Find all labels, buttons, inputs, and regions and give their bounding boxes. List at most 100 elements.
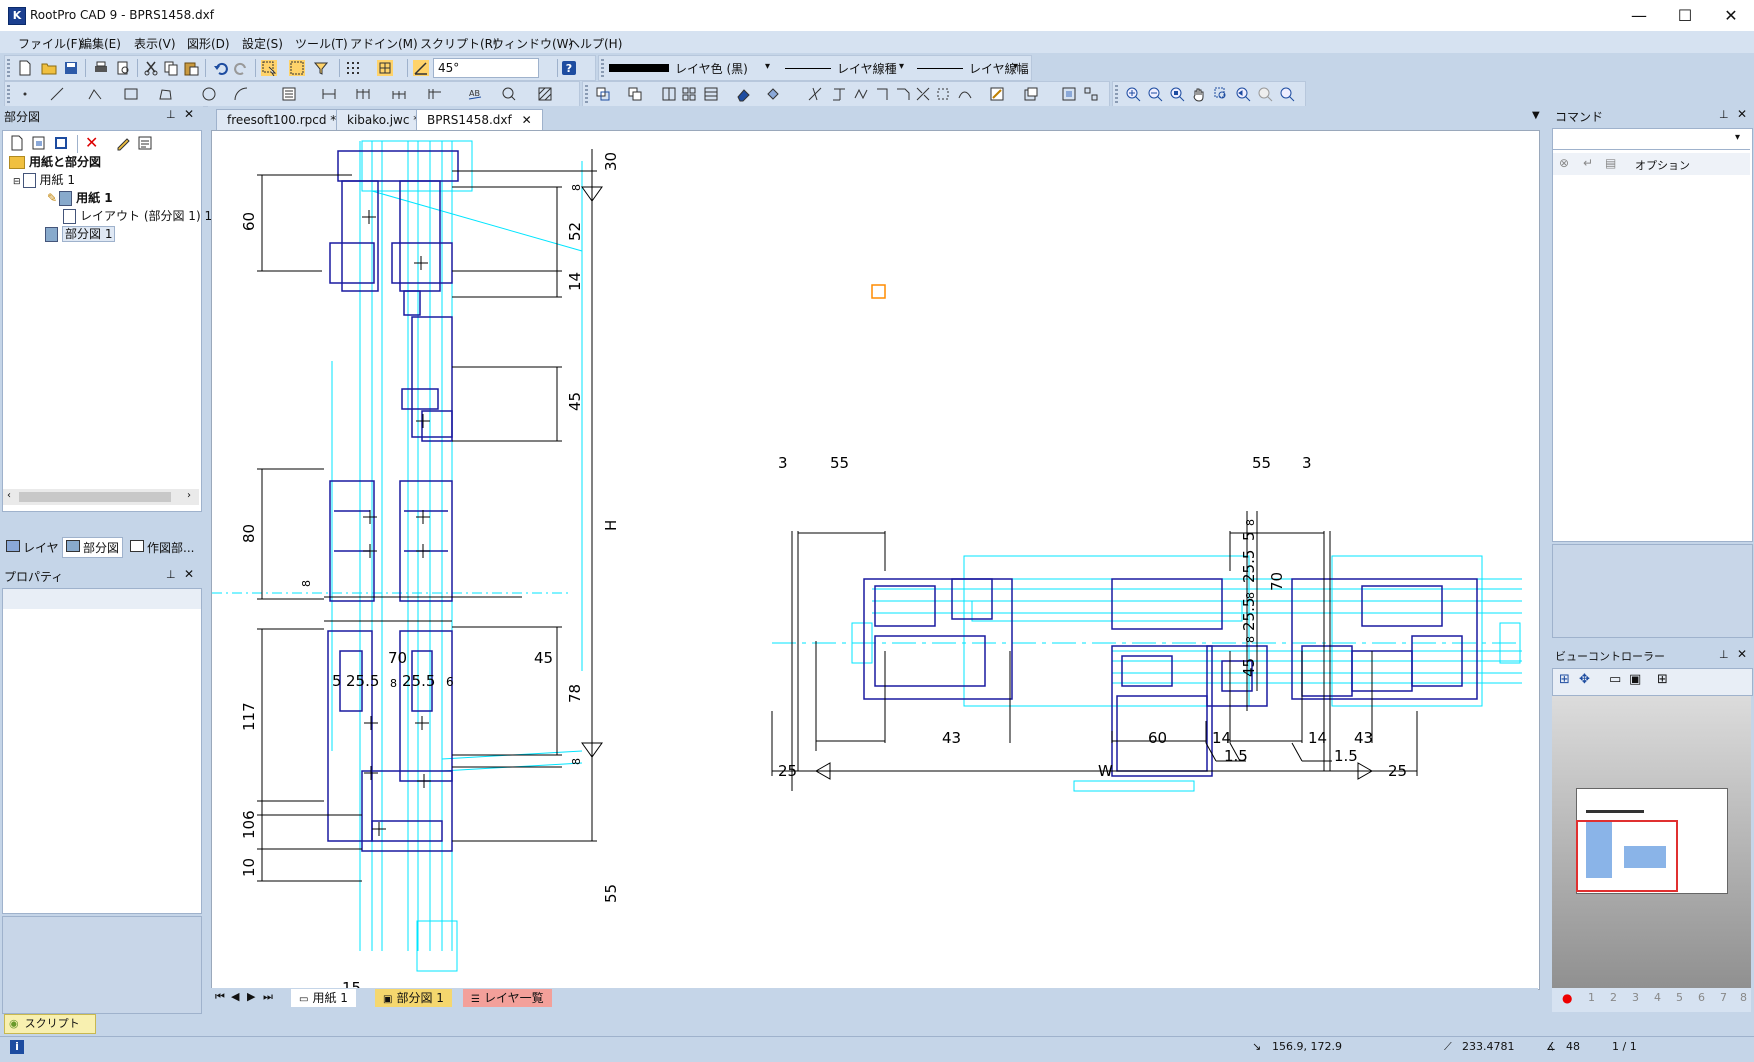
rectangle-icon[interactable] bbox=[123, 86, 139, 102]
break-icon[interactable] bbox=[915, 86, 931, 102]
hatch-icon[interactable] bbox=[537, 86, 553, 102]
pin-icon[interactable]: ⊥ bbox=[166, 108, 176, 121]
menu-script[interactable]: スクリプト(R) bbox=[420, 35, 498, 52]
print-icon[interactable] bbox=[93, 60, 109, 76]
property-edit-icon[interactable] bbox=[989, 86, 1005, 102]
menu-shape[interactable]: 図形(D) bbox=[187, 35, 230, 52]
array-icon[interactable] bbox=[681, 86, 697, 102]
angle-icon[interactable] bbox=[413, 60, 429, 76]
snap-icon[interactable] bbox=[377, 60, 393, 76]
extend-icon[interactable] bbox=[831, 86, 847, 102]
chevron-down-icon[interactable]: ▾ bbox=[899, 61, 904, 72]
offset-icon[interactable] bbox=[935, 86, 951, 102]
close-icon[interactable]: ✕ bbox=[184, 567, 194, 581]
grid-icon[interactable] bbox=[345, 60, 361, 76]
tab-drawing-part[interactable]: 作図部... bbox=[130, 539, 194, 556]
sheet-tab-paper[interactable]: ▭ 用紙 1 bbox=[291, 989, 356, 1007]
polyline-icon[interactable] bbox=[87, 86, 103, 102]
close-tab-icon[interactable]: ✕ bbox=[522, 113, 532, 127]
menu-edit[interactable]: 編集(E) bbox=[80, 35, 121, 52]
layer-linewidth-dropdown[interactable]: レイヤ線幅 bbox=[969, 60, 1029, 77]
pin-icon[interactable]: ⊥ bbox=[1719, 648, 1729, 661]
dimension-parallel-icon[interactable] bbox=[427, 86, 443, 102]
scale-icon[interactable] bbox=[703, 86, 719, 102]
menu-addin[interactable]: アドイン(M) bbox=[350, 35, 418, 52]
fit-view-icon[interactable]: ⊞ bbox=[1559, 672, 1570, 687]
open-folder-icon[interactable] bbox=[41, 60, 57, 76]
print-preview-icon[interactable] bbox=[115, 60, 131, 76]
tab-list-dropdown-icon[interactable]: ▼ bbox=[1532, 110, 1540, 121]
chevron-down-icon[interactable]: ▾ bbox=[1013, 61, 1018, 72]
page-8[interactable]: 8 bbox=[1740, 991, 1747, 1004]
chevron-down-icon[interactable]: ▾ bbox=[765, 61, 770, 72]
circle-icon[interactable] bbox=[201, 86, 217, 102]
page-1[interactable]: 1 bbox=[1588, 991, 1595, 1004]
history-icon[interactable]: ▤ bbox=[1605, 156, 1616, 170]
mirror-icon[interactable] bbox=[661, 86, 677, 102]
angle-input[interactable]: 45° bbox=[433, 58, 539, 78]
tree-paper[interactable]: ⊟ 用紙 1 bbox=[13, 171, 75, 189]
properties-icon[interactable] bbox=[137, 135, 153, 151]
redo-icon[interactable] bbox=[233, 60, 249, 76]
collapse-icon[interactable]: ⊟ bbox=[13, 177, 21, 187]
maximize-button[interactable]: ☐ bbox=[1662, 0, 1708, 31]
tab-freesoft100[interactable]: freesoft100.rpcd * bbox=[216, 109, 348, 131]
close-button[interactable]: ✕ bbox=[1708, 0, 1754, 31]
menu-help[interactable]: ヘルプ(H) bbox=[568, 35, 622, 52]
menu-settings[interactable]: 設定(S) bbox=[242, 35, 283, 52]
pin-icon[interactable]: ⊥ bbox=[1719, 108, 1729, 121]
menu-tools[interactable]: ツール(T) bbox=[295, 35, 348, 52]
menu-window[interactable]: ウィンドウ(W) bbox=[492, 35, 573, 52]
paper-view-icon[interactable]: ▭ bbox=[1609, 672, 1621, 687]
rename-icon[interactable] bbox=[115, 135, 131, 151]
zoom-all-icon[interactable] bbox=[1169, 86, 1185, 102]
save-icon[interactable] bbox=[63, 60, 79, 76]
cad-drawing[interactable]: 60 80 117 106 10 15 8 30 8 52 14 45 H 78… bbox=[212, 131, 1539, 997]
layer-color-dropdown[interactable]: レイヤ色 (黒) bbox=[675, 60, 748, 77]
curve-edit-icon[interactable] bbox=[957, 86, 973, 102]
measure-icon[interactable] bbox=[501, 86, 517, 102]
fill-icon[interactable] bbox=[765, 86, 781, 102]
page-7[interactable]: 7 bbox=[1720, 991, 1727, 1004]
scroll-thumb[interactable] bbox=[19, 492, 171, 502]
sheet-tab-partial[interactable]: ▣ 部分図 1 bbox=[375, 989, 452, 1007]
delete-icon[interactable]: ✕ bbox=[85, 133, 98, 152]
chamfer-icon[interactable] bbox=[895, 86, 911, 102]
erase-icon[interactable] bbox=[735, 86, 751, 102]
zoom-window-icon[interactable] bbox=[1213, 86, 1229, 102]
new-layout-icon[interactable] bbox=[53, 135, 69, 151]
corner-icon[interactable] bbox=[875, 86, 891, 102]
trim-icon[interactable] bbox=[807, 86, 823, 102]
dimension-horizontal-icon[interactable] bbox=[355, 86, 371, 102]
tree-paper-child[interactable]: ✎ 用紙 1 bbox=[47, 189, 113, 207]
next-sheet-icon[interactable]: ▶ bbox=[247, 990, 255, 1003]
filter-select-icon[interactable] bbox=[313, 60, 329, 76]
paste-icon[interactable] bbox=[183, 60, 199, 76]
tree-layout[interactable]: レイアウト (部分図 1) 1/ bbox=[63, 207, 216, 225]
close-icon[interactable]: ✕ bbox=[184, 107, 194, 121]
cancel-icon[interactable]: ⊗ bbox=[1559, 156, 1569, 170]
undo-icon[interactable] bbox=[213, 60, 229, 76]
close-icon[interactable]: ✕ bbox=[1737, 107, 1747, 121]
horizontal-scrollbar[interactable]: ‹ › bbox=[3, 489, 199, 505]
pan-hand-icon[interactable] bbox=[1191, 86, 1207, 102]
text-icon[interactable] bbox=[281, 86, 297, 102]
menu-file[interactable]: ファイル(F) bbox=[18, 35, 82, 52]
command-input[interactable]: ▾ bbox=[1553, 129, 1750, 150]
group-icon[interactable] bbox=[1023, 86, 1039, 102]
selection-marker[interactable] bbox=[871, 284, 886, 299]
new-file-icon[interactable] bbox=[17, 60, 33, 76]
line-icon[interactable] bbox=[49, 86, 65, 102]
menu-view[interactable]: 表示(V) bbox=[134, 35, 176, 52]
dimension-serial-icon[interactable] bbox=[391, 86, 407, 102]
tree-root[interactable]: 用紙と部分図 bbox=[9, 153, 101, 171]
copy-icon[interactable] bbox=[163, 60, 179, 76]
page-3[interactable]: 3 bbox=[1632, 991, 1639, 1004]
new-partial-icon[interactable] bbox=[31, 135, 47, 151]
move-icon[interactable] bbox=[595, 86, 611, 102]
tree-partial[interactable]: 部分図 1 bbox=[45, 225, 116, 243]
select-icon[interactable] bbox=[261, 60, 277, 76]
polygon-icon[interactable] bbox=[157, 86, 173, 102]
view-controller-preview[interactable] bbox=[1552, 696, 1751, 988]
record-icon[interactable]: ● bbox=[1562, 991, 1572, 1005]
